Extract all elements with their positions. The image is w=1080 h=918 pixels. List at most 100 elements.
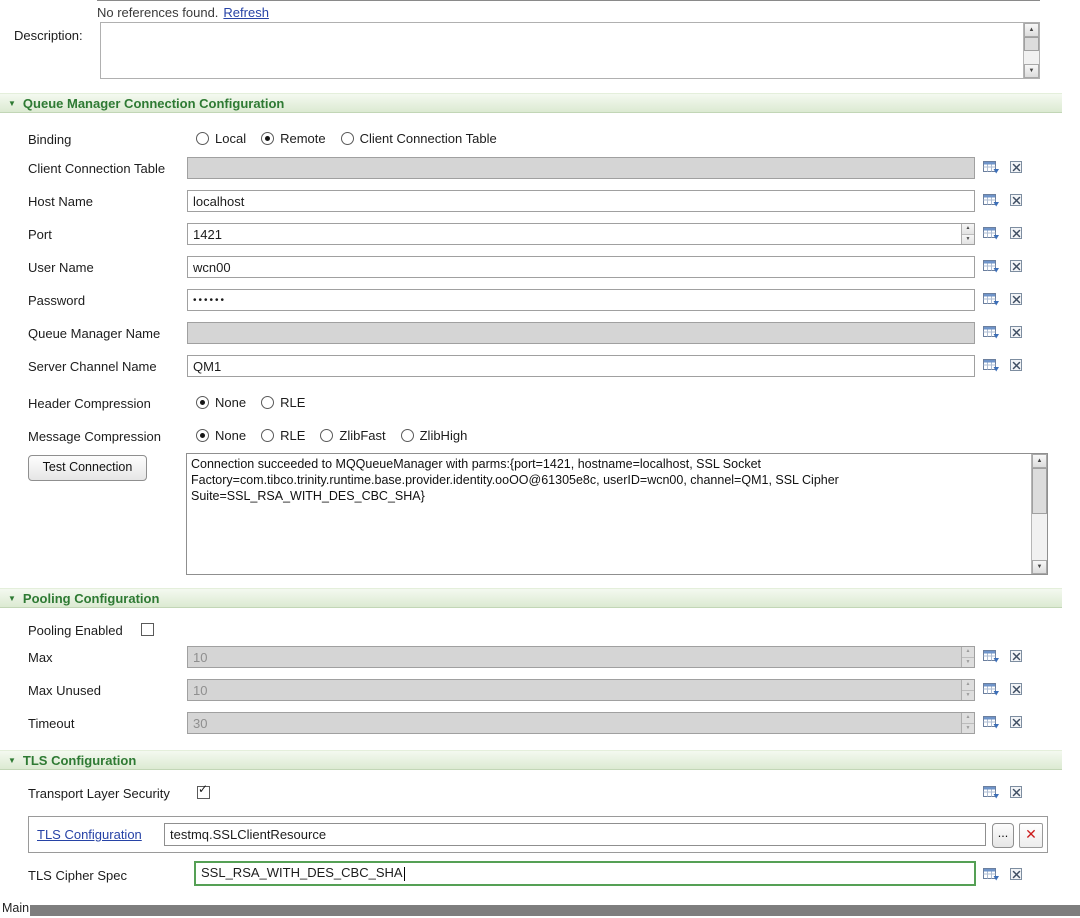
section-header-pooling[interactable]: ▼ Pooling Configuration bbox=[0, 588, 1062, 608]
tab-main[interactable]: Main bbox=[2, 901, 29, 915]
module-property-picker-icon[interactable] bbox=[983, 682, 1000, 697]
radio-icon[interactable] bbox=[401, 429, 414, 442]
queue-manager-name-input[interactable] bbox=[187, 322, 975, 344]
section-header-tls[interactable]: ▼ TLS Configuration bbox=[0, 750, 1062, 770]
references-status: No references found. bbox=[97, 5, 218, 20]
scrollbar-thumb[interactable] bbox=[1032, 468, 1047, 514]
spinner-down-icon[interactable]: ▼ bbox=[962, 658, 974, 668]
radio-icon[interactable] bbox=[261, 429, 274, 442]
remove-tls-configuration-icon[interactable]: ✕ bbox=[1019, 823, 1043, 848]
module-property-picker-icon[interactable] bbox=[983, 292, 1000, 307]
radio-icon[interactable] bbox=[320, 429, 333, 442]
module-property-picker-icon[interactable] bbox=[983, 193, 1000, 208]
top-divider bbox=[97, 0, 1040, 1]
transport-layer-security-checkbox[interactable]: ✓ bbox=[197, 786, 210, 799]
radio-rle[interactable]: RLE bbox=[261, 395, 305, 410]
radio-zlibhigh[interactable]: ZlibHigh bbox=[401, 428, 468, 443]
radio-selected-icon[interactable] bbox=[196, 396, 209, 409]
tls-cipher-spec-input[interactable]: SSL_RSA_WITH_DES_CBC_SHA bbox=[194, 861, 976, 886]
clear-field-icon[interactable] bbox=[1009, 682, 1026, 697]
scroll-up-icon[interactable]: ▲ bbox=[1024, 23, 1039, 37]
module-property-picker-icon[interactable] bbox=[983, 160, 1000, 175]
module-property-picker-icon[interactable] bbox=[983, 867, 1000, 882]
test-connection-result[interactable]: Connection succeeded to MQQueueManager w… bbox=[186, 453, 1048, 575]
port-spinner[interactable]: ▲▼ bbox=[961, 224, 974, 244]
clear-field-icon[interactable] bbox=[1009, 649, 1026, 664]
description-textarea[interactable]: ▲ ▼ bbox=[100, 22, 1040, 79]
radio-selected-icon[interactable] bbox=[196, 429, 209, 442]
radio-icon[interactable] bbox=[196, 132, 209, 145]
radio-icon[interactable] bbox=[261, 396, 274, 409]
radio-label: ZlibHigh bbox=[420, 428, 468, 443]
radio-zlibfast[interactable]: ZlibFast bbox=[320, 428, 385, 443]
module-property-picker-icon[interactable] bbox=[983, 715, 1000, 730]
tls-configuration-input[interactable]: testmq.SSLClientResource bbox=[164, 823, 986, 846]
module-property-picker-icon[interactable] bbox=[983, 259, 1000, 274]
check-icon: ✓ bbox=[198, 784, 208, 795]
module-property-picker-icon[interactable] bbox=[983, 649, 1000, 664]
section-title: Queue Manager Connection Configuration bbox=[23, 96, 284, 111]
collapse-icon[interactable]: ▼ bbox=[8, 99, 16, 108]
section-header-queue-manager-connection[interactable]: ▼ Queue Manager Connection Configuration bbox=[0, 93, 1062, 113]
spinner-up-icon[interactable]: ▲ bbox=[962, 680, 974, 691]
scrollbar-thumb[interactable] bbox=[1024, 37, 1039, 51]
radio-client-connection-table[interactable]: Client Connection Table bbox=[341, 131, 497, 146]
clear-field-icon[interactable] bbox=[1009, 292, 1026, 307]
radio-local[interactable]: Local bbox=[196, 131, 246, 146]
browse-button[interactable]: ... bbox=[992, 823, 1014, 848]
max-unused-input[interactable]: 10 ▲▼ bbox=[187, 679, 975, 701]
collapse-icon[interactable]: ▼ bbox=[8, 594, 16, 603]
clear-field-icon[interactable] bbox=[1009, 325, 1026, 340]
module-property-picker-icon[interactable] bbox=[983, 785, 1000, 800]
spinner-down-icon[interactable]: ▼ bbox=[962, 691, 974, 701]
spinner-up-icon[interactable]: ▲ bbox=[962, 224, 974, 235]
spinner-up-icon[interactable]: ▲ bbox=[962, 647, 974, 658]
radio-none[interactable]: None bbox=[196, 428, 246, 443]
timeout-input[interactable]: 30 ▲▼ bbox=[187, 712, 975, 734]
clear-field-icon[interactable] bbox=[1009, 259, 1026, 274]
timeout-spinner[interactable]: ▲▼ bbox=[961, 713, 974, 733]
tls-configuration-link[interactable]: TLS Configuration bbox=[37, 827, 142, 842]
radio-selected-icon[interactable] bbox=[261, 132, 274, 145]
spinner-down-icon[interactable]: ▼ bbox=[962, 235, 974, 245]
clear-field-icon[interactable] bbox=[1009, 785, 1026, 800]
clear-field-icon[interactable] bbox=[1009, 226, 1026, 241]
user-name-input[interactable]: wcn00 bbox=[187, 256, 975, 278]
scroll-down-icon[interactable]: ▼ bbox=[1024, 64, 1039, 78]
horizontal-scrollbar[interactable] bbox=[30, 905, 1080, 916]
clear-field-icon[interactable] bbox=[1009, 358, 1026, 373]
scroll-up-icon[interactable]: ▲ bbox=[1032, 454, 1047, 468]
spinner-up-icon[interactable]: ▲ bbox=[962, 713, 974, 724]
module-property-picker-icon[interactable] bbox=[983, 325, 1000, 340]
client-connection-table-input[interactable] bbox=[187, 157, 975, 179]
host-name-input[interactable]: localhost bbox=[187, 190, 975, 212]
module-property-picker-icon[interactable] bbox=[983, 226, 1000, 241]
description-scrollbar[interactable]: ▲ ▼ bbox=[1023, 23, 1039, 78]
pooling-enabled-checkbox[interactable] bbox=[141, 623, 154, 636]
max-input[interactable]: 10 ▲▼ bbox=[187, 646, 975, 668]
pooling-enabled-label: Pooling Enabled bbox=[28, 623, 123, 638]
result-scrollbar[interactable]: ▲ ▼ bbox=[1031, 454, 1047, 574]
password-input[interactable]: •••••• bbox=[187, 289, 975, 311]
radio-remote[interactable]: Remote bbox=[261, 131, 326, 146]
port-input[interactable]: 1421 ▲▼ bbox=[187, 223, 975, 245]
server-channel-name-input[interactable]: QM1 bbox=[187, 355, 975, 377]
clear-field-icon[interactable] bbox=[1009, 715, 1026, 730]
refresh-link[interactable]: Refresh bbox=[223, 5, 269, 20]
radio-label: ZlibFast bbox=[339, 428, 385, 443]
clear-field-icon[interactable] bbox=[1009, 193, 1026, 208]
radio-icon[interactable] bbox=[341, 132, 354, 145]
max-spinner[interactable]: ▲▼ bbox=[961, 647, 974, 667]
scroll-down-icon[interactable]: ▼ bbox=[1032, 560, 1047, 574]
password-label: Password bbox=[28, 293, 85, 308]
collapse-icon[interactable]: ▼ bbox=[8, 756, 16, 765]
clear-field-icon[interactable] bbox=[1009, 867, 1026, 882]
max-unused-spinner[interactable]: ▲▼ bbox=[961, 680, 974, 700]
module-property-picker-icon[interactable] bbox=[983, 358, 1000, 373]
clear-field-icon[interactable] bbox=[1009, 160, 1026, 175]
radio-none[interactable]: None bbox=[196, 395, 246, 410]
test-connection-button[interactable]: Test Connection bbox=[28, 455, 147, 481]
transport-layer-security-row: Transport Layer Security ✓ bbox=[0, 782, 1080, 805]
radio-rle[interactable]: RLE bbox=[261, 428, 305, 443]
spinner-down-icon[interactable]: ▼ bbox=[962, 724, 974, 734]
